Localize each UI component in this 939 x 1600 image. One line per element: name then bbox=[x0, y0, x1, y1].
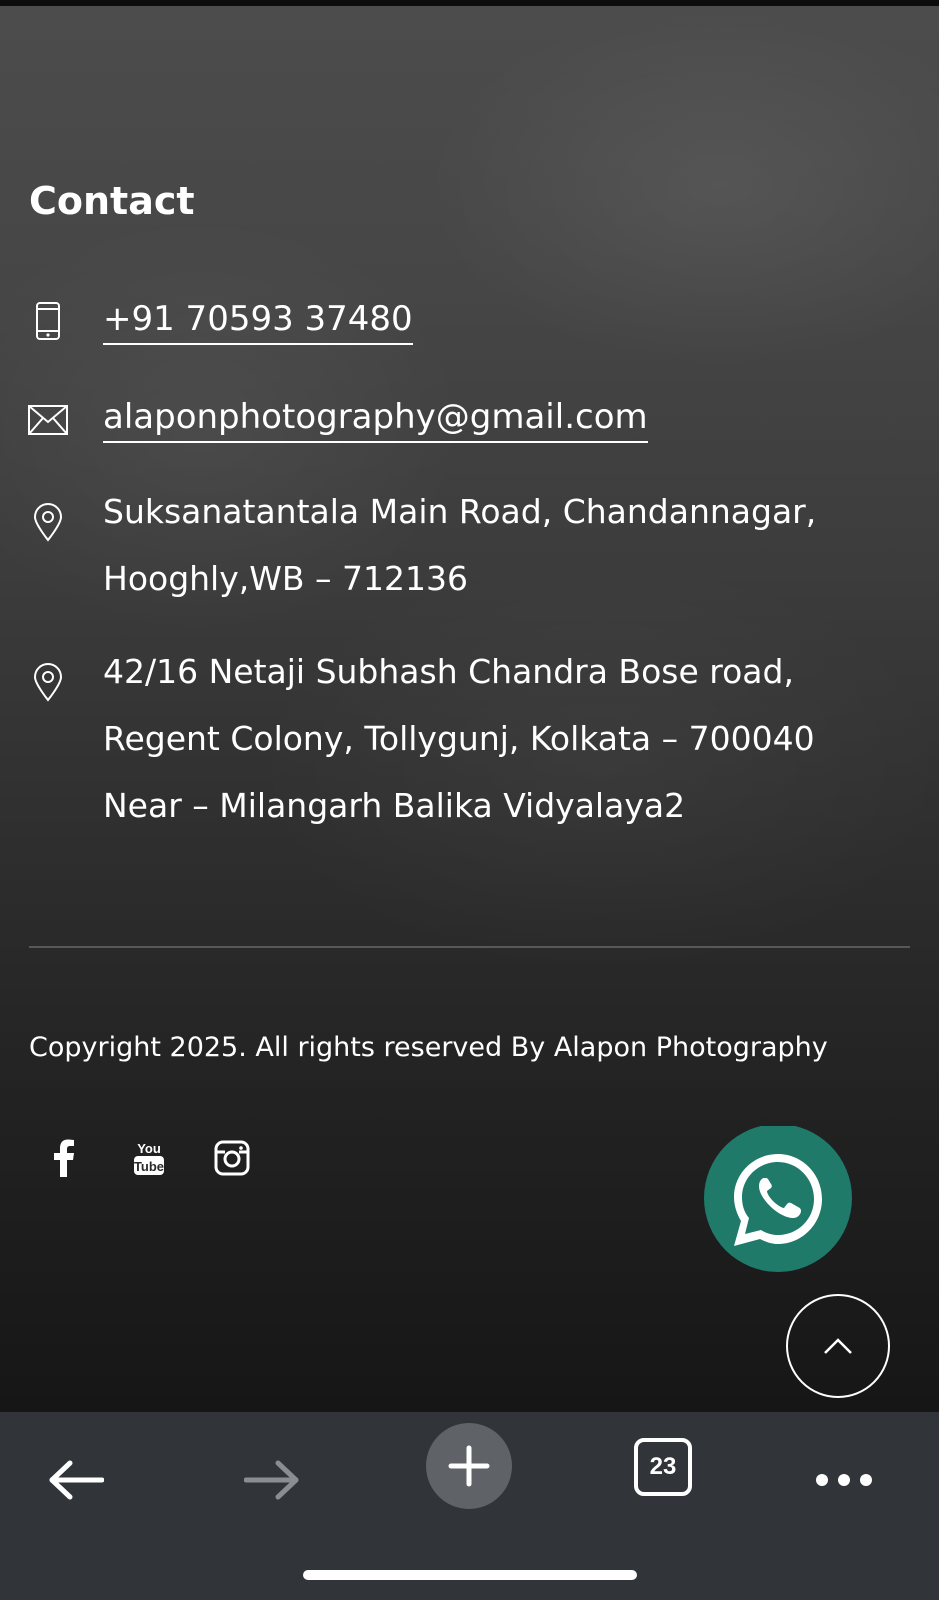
youtube-glyph-bottom: Tube bbox=[134, 1159, 164, 1174]
copyright-text: Copyright 2025. All rights reserved By A… bbox=[29, 1032, 828, 1063]
instagram-icon[interactable] bbox=[210, 1136, 254, 1180]
email-link[interactable]: alaponphotography@gmail.com bbox=[103, 396, 648, 443]
chevron-up-icon bbox=[824, 1338, 852, 1354]
facebook-icon[interactable] bbox=[42, 1136, 86, 1180]
address-1-line-2: Hooghly,WB – 712136 bbox=[103, 559, 468, 598]
back-button[interactable] bbox=[46, 1450, 106, 1510]
envelope-icon bbox=[28, 400, 68, 440]
tab-count-badge: 23 bbox=[634, 1438, 692, 1496]
address-2-line-3: Near – Milangarh Balika Vidyalaya2 bbox=[103, 786, 686, 825]
new-tab-button[interactable] bbox=[426, 1423, 512, 1509]
address-2-line-2: Regent Colony, Tollygunj, Kolkata – 7000… bbox=[103, 719, 815, 758]
whatsapp-button[interactable] bbox=[702, 1124, 852, 1276]
phone-link[interactable]: +91 70593 37480 bbox=[103, 298, 413, 345]
footer-divider bbox=[29, 946, 910, 948]
email-row: alaponphotography@gmail.com bbox=[0, 390, 939, 450]
more-menu-button[interactable] bbox=[812, 1450, 876, 1510]
address-row-1: Suksanatantala Main Road, Chandannagar, … bbox=[0, 478, 939, 618]
location-pin-icon bbox=[28, 502, 68, 542]
mobile-phone-icon bbox=[28, 301, 68, 341]
youtube-icon[interactable]: You Tube bbox=[127, 1136, 171, 1180]
home-indicator[interactable] bbox=[303, 1570, 637, 1580]
address-2-line-1: 42/16 Netaji Subhash Chandra Bose road, bbox=[103, 652, 794, 691]
youtube-glyph-top: You bbox=[137, 1141, 161, 1156]
contact-heading: Contact bbox=[29, 179, 195, 223]
scroll-to-top-button[interactable] bbox=[786, 1294, 890, 1398]
whatsapp-icon bbox=[704, 1124, 852, 1272]
address-1-line-1: Suksanatantala Main Road, Chandannagar, bbox=[103, 492, 817, 531]
back-arrow-icon bbox=[49, 1460, 104, 1500]
phone-row: +91 70593 37480 bbox=[0, 290, 939, 350]
more-dots-icon bbox=[816, 1474, 872, 1486]
footer-section: Contact +91 70593 37480 alaponphotograph… bbox=[0, 6, 939, 1412]
tabs-button[interactable]: 23 bbox=[634, 1436, 692, 1498]
plus-icon bbox=[448, 1445, 490, 1487]
forward-arrow-icon bbox=[244, 1460, 299, 1500]
address-row-2: 42/16 Netaji Subhash Chandra Bose road, … bbox=[0, 638, 939, 848]
location-pin-icon bbox=[28, 662, 68, 702]
forward-button[interactable] bbox=[242, 1450, 302, 1510]
